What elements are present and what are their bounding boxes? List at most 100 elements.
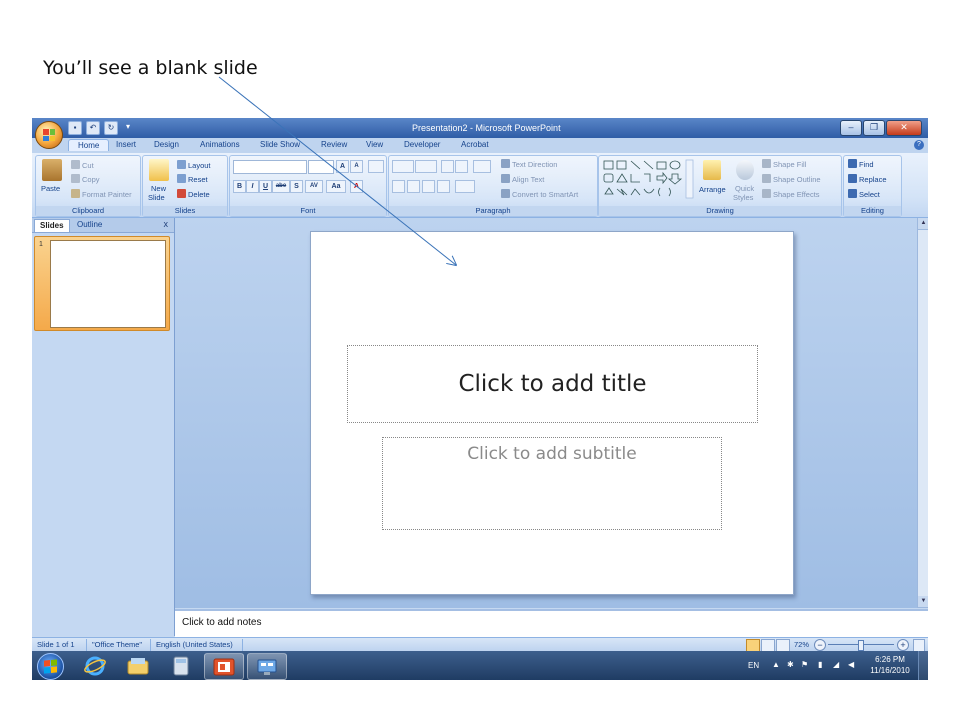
start-button[interactable] — [37, 653, 64, 680]
notes-pane[interactable]: Click to add notes — [175, 609, 928, 638]
close-pane-icon[interactable]: x — [164, 219, 169, 229]
subtitle-placeholder[interactable]: Click to add subtitle — [382, 437, 722, 530]
action-center-flag-icon[interactable]: ⚑ — [801, 660, 808, 669]
paste-button[interactable]: Paste — [41, 184, 60, 193]
quick-styles-icon[interactable] — [736, 160, 754, 180]
volume-icon[interactable]: ◀ — [848, 660, 854, 669]
tab-design[interactable]: Design — [154, 140, 179, 149]
network-tray-icon[interactable]: ◢ — [833, 660, 839, 669]
grow-font-button[interactable]: A — [336, 160, 349, 173]
zoom-level[interactable]: 72% — [794, 640, 809, 649]
cut-button[interactable]: Cut — [82, 161, 94, 170]
align-right-icon[interactable] — [422, 180, 435, 193]
help-icon[interactable]: ? — [914, 140, 924, 150]
clear-format-icon[interactable] — [368, 160, 384, 173]
shadow-button[interactable]: S — [290, 180, 303, 193]
tab-view[interactable]: View — [366, 140, 383, 149]
find-button[interactable]: Find — [859, 160, 874, 169]
tab-acrobat[interactable]: Acrobat — [461, 140, 489, 149]
new-slide-icon[interactable] — [149, 159, 169, 181]
zoom-out-button[interactable]: − — [814, 639, 826, 651]
close-button[interactable]: ✕ — [886, 120, 922, 136]
font-color-button[interactable]: A — [350, 180, 363, 193]
reset-button[interactable]: Reset — [188, 175, 208, 184]
remote-desktop-button[interactable] — [247, 653, 287, 680]
font-size-box[interactable] — [308, 160, 334, 174]
char-spacing-button[interactable]: AV — [305, 180, 323, 193]
strikethrough-button[interactable]: abe — [272, 180, 290, 193]
internet-explorer-button[interactable] — [76, 653, 114, 678]
tab-review[interactable]: Review — [321, 140, 347, 149]
show-desktop-button[interactable] — [918, 651, 928, 680]
minimize-button[interactable]: – — [840, 120, 862, 136]
decrease-indent-icon[interactable] — [441, 160, 454, 173]
font-name-box[interactable] — [233, 160, 307, 174]
slide-canvas[interactable]: Click to add title Click to add subtitle — [310, 231, 794, 595]
new-slide-label-1[interactable]: New — [151, 184, 166, 193]
new-slide-label-2[interactable]: Slide — [148, 193, 165, 202]
office-button[interactable] — [35, 121, 63, 149]
tab-slide-show[interactable]: Slide Show — [260, 140, 300, 149]
align-center-icon[interactable] — [407, 180, 420, 193]
customize-qat-icon[interactable]: ▾ — [122, 121, 134, 133]
language-status[interactable]: English (United States) — [156, 640, 233, 649]
quick-styles-label-2[interactable]: Styles — [733, 193, 753, 202]
shape-outline-button[interactable]: Shape Outline — [773, 175, 821, 184]
title-placeholder[interactable]: Click to add title — [347, 345, 758, 423]
text-direction-button[interactable]: Text Direction — [512, 160, 557, 169]
tab-home[interactable]: Home — [68, 139, 110, 151]
save-icon[interactable]: ▪ — [68, 121, 82, 135]
paste-icon[interactable] — [42, 159, 62, 181]
select-button[interactable]: Select — [859, 190, 880, 199]
powerpoint-taskbar-button[interactable] — [204, 653, 244, 680]
tab-animations[interactable]: Animations — [200, 140, 240, 149]
underline-button[interactable]: U — [259, 180, 272, 193]
line-spacing-icon[interactable] — [473, 160, 491, 173]
delete-button[interactable]: Delete — [188, 190, 210, 199]
quick-styles-label-1[interactable]: Quick — [735, 184, 754, 193]
clock[interactable]: 6:26 PM 11/16/2010 — [864, 654, 916, 676]
zoom-slider-thumb[interactable] — [858, 640, 864, 651]
shape-effects-button[interactable]: Shape Effects — [773, 190, 820, 199]
shrink-font-button[interactable]: A — [350, 160, 363, 173]
scroll-down-icon[interactable]: ▼ — [918, 596, 928, 608]
shape-fill-button[interactable]: Shape Fill — [773, 160, 806, 169]
zoom-in-button[interactable]: + — [897, 639, 909, 651]
copy-button[interactable]: Copy — [82, 175, 100, 184]
bold-button[interactable]: B — [233, 180, 246, 193]
arrange-icon[interactable] — [703, 160, 721, 180]
scroll-up-icon[interactable]: ▲ — [918, 218, 928, 230]
layout-button[interactable]: Layout — [188, 161, 211, 170]
convert-smartart-button[interactable]: Convert to SmartArt — [512, 190, 578, 199]
tab-insert[interactable]: Insert — [116, 140, 136, 149]
align-text-button[interactable]: Align Text — [512, 175, 544, 184]
format-painter-button[interactable]: Format Painter — [82, 190, 132, 199]
arrange-button[interactable]: Arrange — [699, 185, 726, 194]
replace-button[interactable]: Replace — [859, 175, 887, 184]
change-case-button[interactable]: Aa — [326, 180, 346, 193]
italic-button[interactable]: I — [246, 180, 259, 193]
tab-outline[interactable]: Outline — [72, 219, 107, 231]
theme-name[interactable]: "Office Theme" — [92, 640, 142, 649]
explorer-button[interactable] — [119, 653, 157, 678]
tab-slides[interactable]: Slides — [34, 219, 70, 232]
justify-icon[interactable] — [437, 180, 450, 193]
shapes-gallery[interactable] — [602, 159, 694, 199]
show-hidden-icons[interactable]: ▲ — [772, 660, 780, 669]
language-indicator[interactable]: EN — [748, 661, 759, 670]
bluetooth-icon[interactable]: ✱ — [787, 660, 794, 669]
increase-indent-icon[interactable] — [455, 160, 468, 173]
vertical-scrollbar[interactable]: ▲ ▼ — [917, 218, 928, 608]
slide-thumbnail[interactable] — [50, 240, 166, 328]
calculator-button[interactable] — [162, 653, 200, 678]
undo-icon[interactable]: ↶ — [86, 121, 100, 135]
tab-developer[interactable]: Developer — [404, 140, 440, 149]
slide-thumbnail-selected[interactable]: 1 — [34, 236, 170, 331]
redo-icon[interactable]: ↻ — [104, 121, 118, 135]
columns-icon[interactable] — [455, 180, 475, 193]
numbering-icon[interactable] — [415, 160, 437, 173]
bullets-icon[interactable] — [392, 160, 414, 173]
align-left-icon[interactable] — [392, 180, 405, 193]
restore-button[interactable]: ❐ — [863, 120, 885, 136]
power-icon[interactable]: ▮ — [818, 660, 822, 669]
